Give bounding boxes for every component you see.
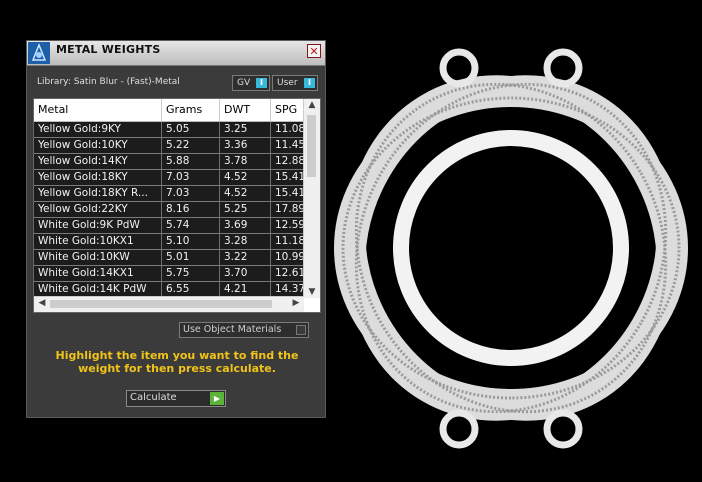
column-header-grams[interactable]: Grams: [162, 99, 220, 121]
table-row[interactable]: Yellow Gold:18KY R... 7.03 4.52 15.41: [34, 186, 311, 202]
table-row[interactable]: White Gold:9K PdW 5.74 3.69 12.59: [34, 218, 311, 234]
metal-weights-panel: METAL WEIGHTS ✕ Library: Satin Blur - (F…: [26, 40, 326, 418]
cell-metal: White Gold:14KX1: [34, 266, 162, 281]
title-bar[interactable]: METAL WEIGHTS ✕: [27, 41, 325, 66]
cell-dwt: 3.78: [220, 154, 271, 169]
calculate-arrow-icon: ▶: [210, 392, 224, 405]
calculate-label: Calculate: [130, 392, 177, 403]
cell-dwt: 5.25: [220, 202, 271, 217]
scroll-up-icon[interactable]: ▲: [304, 100, 320, 110]
app-icon: [28, 42, 50, 64]
table-row[interactable]: Yellow Gold:14KY 5.88 3.78 12.88: [34, 154, 311, 170]
cell-grams: 5.88: [162, 154, 220, 169]
table-row[interactable]: White Gold:10KW 5.01 3.22 10.99: [34, 250, 311, 266]
cell-dwt: 4.52: [220, 170, 271, 185]
horizontal-scroll-thumb[interactable]: [50, 300, 272, 308]
scroll-left-icon[interactable]: ◀: [34, 298, 50, 308]
user-toggle-indicator: I: [304, 78, 315, 88]
cell-metal: White Gold:9K PdW: [34, 218, 162, 233]
cell-metal: Yellow Gold:9KY: [34, 122, 162, 137]
cell-grams: 5.74: [162, 218, 220, 233]
cell-grams: 5.75: [162, 266, 220, 281]
cell-metal: Yellow Gold:22KY: [34, 202, 162, 217]
table-row[interactable]: Yellow Gold:22KY 8.16 5.25 17.89: [34, 202, 311, 218]
gv-toggle-indicator: I: [256, 78, 267, 88]
column-header-metal[interactable]: Metal: [34, 99, 162, 121]
table-row[interactable]: Yellow Gold:10KY 5.22 3.36 11.45: [34, 138, 311, 154]
cell-metal: Yellow Gold:18KY R...: [34, 186, 162, 201]
cell-metal: White Gold:14K PdW: [34, 282, 162, 297]
table-row[interactable]: White Gold:10KX1 5.10 3.28 11.18: [34, 234, 311, 250]
horizontal-scrollbar[interactable]: ◀ ▶: [34, 296, 304, 312]
column-header-dwt[interactable]: DWT: [220, 99, 271, 121]
cell-dwt: 3.25: [220, 122, 271, 137]
cell-metal: Yellow Gold:10KY: [34, 138, 162, 153]
cell-dwt: 3.28: [220, 234, 271, 249]
user-toggle[interactable]: User I: [272, 75, 318, 91]
table-row[interactable]: Yellow Gold:18KY 7.03 4.52 15.41: [34, 170, 311, 186]
cell-metal: White Gold:10KW: [34, 250, 162, 265]
metal-table: Metal Grams DWT SPG Yellow Gold:9KY 5.05 3…: [33, 98, 321, 313]
calculate-button[interactable]: Calculate ▶: [126, 390, 226, 407]
cell-grams: 8.16: [162, 202, 220, 217]
cell-dwt: 4.52: [220, 186, 271, 201]
use-object-materials-checkbox[interactable]: Use Object Materials: [179, 322, 309, 338]
table-row[interactable]: Yellow Gold:9KY 5.05 3.25 11.08: [34, 122, 311, 138]
cell-metal: Yellow Gold:18KY: [34, 170, 162, 185]
close-icon[interactable]: ✕: [307, 44, 321, 58]
vertical-scrollbar[interactable]: ▲ ▼: [303, 99, 320, 298]
checkbox-icon[interactable]: [296, 325, 306, 335]
table-row[interactable]: White Gold:14KX1 5.75 3.70 12.61: [34, 266, 311, 282]
table-header: Metal Grams DWT SPG: [34, 99, 311, 122]
cell-metal: White Gold:10KX1: [34, 234, 162, 249]
cell-grams: 5.22: [162, 138, 220, 153]
cell-dwt: 3.69: [220, 218, 271, 233]
cell-grams: 5.01: [162, 250, 220, 265]
scroll-down-icon[interactable]: ▼: [304, 287, 320, 297]
gv-toggle[interactable]: GV I: [232, 75, 270, 91]
window-title: METAL WEIGHTS: [56, 43, 161, 56]
cell-metal: Yellow Gold:14KY: [34, 154, 162, 169]
cell-dwt: 3.22: [220, 250, 271, 265]
cell-grams: 5.10: [162, 234, 220, 249]
cell-dwt: 4.21: [220, 282, 271, 297]
library-label: Library: Satin Blur - (Fast)-Metal: [37, 77, 180, 87]
scroll-right-icon[interactable]: ▶: [288, 298, 304, 308]
gv-toggle-label: GV: [237, 78, 251, 88]
use-object-materials-label: Use Object Materials: [183, 324, 282, 335]
user-toggle-label: User: [277, 78, 298, 88]
cell-grams: 6.55: [162, 282, 220, 297]
cell-grams: 7.03: [162, 186, 220, 201]
table-body: Yellow Gold:9KY 5.05 3.25 11.08 Yellow Gold:…: [34, 122, 311, 298]
cell-dwt: 3.36: [220, 138, 271, 153]
cell-grams: 5.05: [162, 122, 220, 137]
instructions-text: Highlight the item you want to find the …: [55, 349, 299, 375]
cell-grams: 7.03: [162, 170, 220, 185]
cell-dwt: 3.70: [220, 266, 271, 281]
vertical-scroll-thumb[interactable]: [307, 115, 316, 177]
